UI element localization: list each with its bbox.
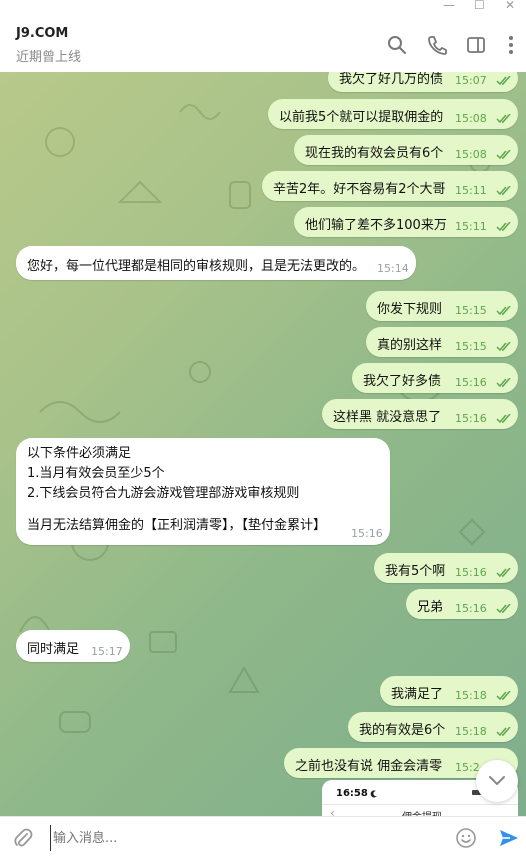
message-bubble-outgoing[interactable]: 我欠了好多债 15:16 xyxy=(352,363,518,393)
message-text: 辛苦2年。好不容易有2个大哥 xyxy=(273,182,446,197)
preview-title: 佣金提现 xyxy=(402,808,442,816)
message-text: 兄弟 xyxy=(417,600,444,615)
message-time: 15:07 xyxy=(455,74,487,87)
message-time: 15:16 xyxy=(455,602,487,615)
maximize-button[interactable]: ☐ xyxy=(474,0,485,12)
message-time: 15:08 xyxy=(455,112,487,125)
message-text: 您好，每一位代理都是相同的审核规则，且是无法更改的。 xyxy=(27,259,366,274)
message-bubble-incoming[interactable]: 您好，每一位代理都是相同的审核规则，且是无法更改的。 15:14 xyxy=(16,246,416,280)
message-text: 我有5个啊 xyxy=(385,564,446,579)
message-bubble-outgoing[interactable]: 你发下规则 15:15 xyxy=(366,291,518,321)
message-bubble-outgoing[interactable]: 他们输了差不多100来万 15:11 xyxy=(294,207,518,237)
message-time: 15:15 xyxy=(455,340,487,353)
back-chevron-icon: ‹ xyxy=(330,806,335,816)
message-time: 15:08 xyxy=(455,148,487,161)
read-ticks-icon xyxy=(496,727,511,737)
read-ticks-icon xyxy=(496,76,511,86)
window-titlebar: — ☐ ✕ xyxy=(0,0,526,14)
message-time: 15:11 xyxy=(455,184,487,197)
read-ticks-icon xyxy=(496,378,511,388)
read-ticks-icon xyxy=(496,604,511,614)
chat-area[interactable]: 我欠了好几万的债 15:07 以前我5个就可以提取佣金的 15:08 现在我的有… xyxy=(0,72,526,816)
message-bubble-incoming[interactable]: 以下条件必须满足 1.当月有效会员至少5个 2.下线会员符合九游会游戏管理部游戏… xyxy=(16,438,390,545)
message-time: 15:17 xyxy=(91,645,123,658)
message-bubble-outgoing[interactable]: 我欠了好几万的债 15:07 xyxy=(328,72,518,92)
emoji-icon[interactable] xyxy=(455,827,477,849)
message-time: 15:15 xyxy=(455,304,487,317)
message-time: 15:16 xyxy=(455,566,487,579)
read-ticks-icon xyxy=(496,306,511,316)
message-time: 15:16 xyxy=(455,376,487,389)
message-text: 之前也没有说 佣金会清零 xyxy=(295,759,443,774)
message-line: 当月无法结算佣金的【正利润清零】，【垫付金累计】 xyxy=(27,518,327,533)
message-text: 我欠了好多债 xyxy=(363,374,442,389)
read-ticks-icon xyxy=(496,222,511,232)
message-line: 1.当月有效会员至少5个 xyxy=(27,466,165,481)
message-text: 他们输了差不多100来万 xyxy=(305,218,447,233)
message-time: 15:2 xyxy=(455,761,480,774)
message-time: 15:18 xyxy=(455,725,487,738)
read-ticks-icon xyxy=(496,150,511,160)
message-time: 15:18 xyxy=(455,689,487,702)
message-bubble-outgoing[interactable]: 现在我的有效会员有6个 15:08 xyxy=(294,135,518,165)
message-text: 现在我的有效会员有6个 xyxy=(305,146,444,161)
chat-header[interactable]: J9.COM 近期曾上线 xyxy=(0,14,526,73)
message-text: 以前我5个就可以提取佣金的 xyxy=(279,110,444,125)
message-input[interactable] xyxy=(50,825,445,851)
read-ticks-icon xyxy=(496,114,511,124)
message-line xyxy=(27,504,326,516)
message-text: 以下条件必须满足 1.当月有效会员至少5个 2.下线会员符合九游会游戏管理部游戏… xyxy=(27,444,326,536)
message-bubble-outgoing[interactable]: 兄弟 15:16 xyxy=(406,589,518,619)
message-text: 这样黑 就没意思了 xyxy=(333,410,442,425)
read-ticks-icon xyxy=(496,691,511,701)
chevron-down-icon xyxy=(489,776,505,785)
scroll-down-button[interactable] xyxy=(476,760,518,802)
attach-icon[interactable] xyxy=(12,827,34,849)
message-time: 15:16 xyxy=(351,527,383,540)
minimize-button[interactable]: — xyxy=(443,0,455,12)
message-bubble-outgoing[interactable]: 真的别这样 15:15 xyxy=(366,327,518,357)
more-options-icon[interactable] xyxy=(500,34,522,56)
send-icon[interactable] xyxy=(497,826,521,850)
message-bubble-incoming[interactable]: 同时满足 15:17 xyxy=(16,630,130,662)
message-text: 我的有效是6个 xyxy=(359,723,446,738)
message-line: 以下条件必须满足 xyxy=(27,446,132,461)
moon-icon xyxy=(370,790,377,798)
read-ticks-icon xyxy=(496,186,511,196)
message-line: 2.下线会员符合九游会游戏管理部游戏审核规则 xyxy=(27,486,300,501)
message-text: 同时满足 xyxy=(27,642,80,657)
phone-icon[interactable] xyxy=(426,34,448,56)
message-text: 真的别这样 xyxy=(377,338,443,353)
chat-title[interactable]: J9.COM xyxy=(16,26,68,41)
message-bubble-outgoing[interactable]: 以前我5个就可以提取佣金的 15:08 xyxy=(268,99,518,129)
read-ticks-icon xyxy=(496,342,511,352)
message-bubble-outgoing[interactable]: 这样黑 就没意思了 15:16 xyxy=(322,399,518,429)
message-text: 你发下规则 xyxy=(377,302,443,317)
message-text: 我满足了 xyxy=(391,687,444,702)
search-icon[interactable] xyxy=(386,34,408,56)
message-bubble-outgoing[interactable]: 我满足了 15:18 xyxy=(380,676,518,706)
message-composer xyxy=(0,816,526,857)
close-button[interactable]: ✕ xyxy=(505,0,515,12)
read-ticks-icon xyxy=(496,414,511,424)
read-ticks-icon xyxy=(496,568,511,578)
message-time: 15:11 xyxy=(455,220,487,233)
preview-divider xyxy=(322,804,518,805)
sidebar-toggle-icon[interactable] xyxy=(465,34,487,56)
message-time: 15:16 xyxy=(455,412,487,425)
preview-status-time: 16:58 xyxy=(336,788,368,799)
message-text: 我欠了好几万的债 xyxy=(339,72,444,87)
message-bubble-outgoing[interactable]: 辛苦2年。好不容易有2个大哥 15:11 xyxy=(262,171,518,201)
message-bubble-outgoing[interactable]: 我有5个啊 15:16 xyxy=(374,553,518,583)
chat-status: 近期曾上线 xyxy=(16,50,82,65)
message-bubble-outgoing[interactable]: 我的有效是6个 15:18 xyxy=(348,712,518,742)
message-time: 15:14 xyxy=(377,262,409,275)
